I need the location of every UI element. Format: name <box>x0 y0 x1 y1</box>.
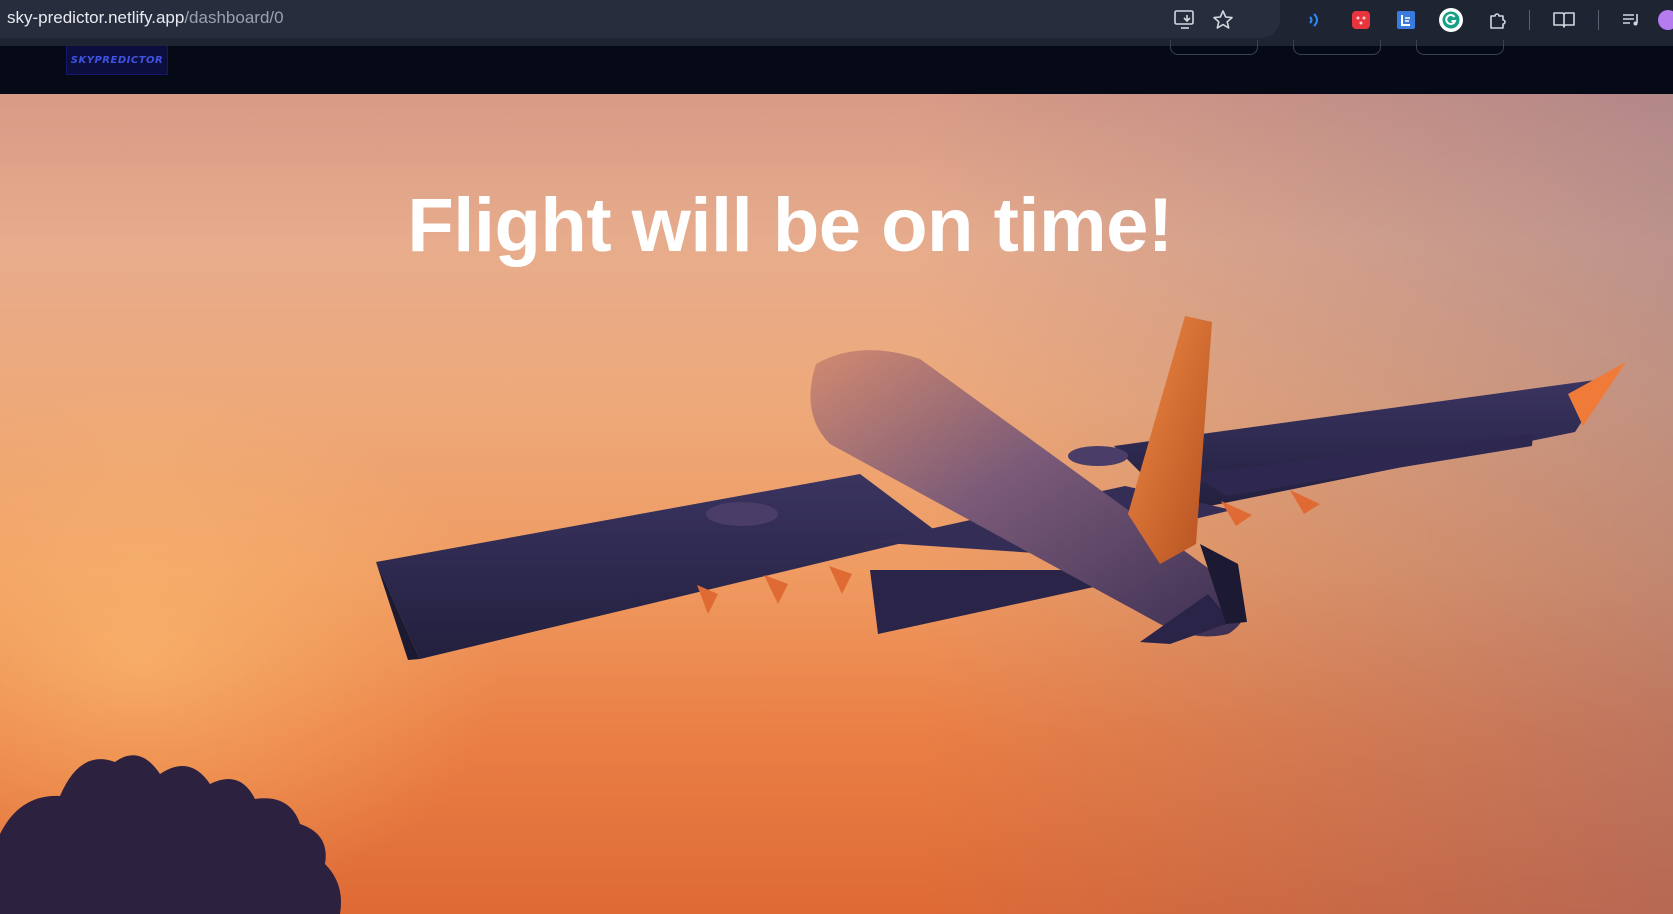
skypredictor-logo[interactable]: SKYPREDICTOR <box>66 46 168 75</box>
logo-text: SKYPREDICTOR <box>70 54 164 66</box>
extension-blue-icon[interactable] <box>1393 7 1419 33</box>
install-app-icon[interactable] <box>1172 7 1198 33</box>
toolbar-divider <box>1529 10 1530 30</box>
url-text[interactable]: sky-predictor.netlify.app/dashboard/0 <box>7 8 284 28</box>
url-path: /dashboard/0 <box>184 8 284 27</box>
nav-button-3[interactable] <box>1416 40 1504 55</box>
read-aloud-icon[interactable] <box>1302 7 1328 33</box>
extensions-puzzle-icon[interactable] <box>1485 7 1511 33</box>
app-navbar: SKYPREDICTOR <box>0 40 1673 94</box>
profile-avatar-icon[interactable] <box>1657 7 1673 33</box>
toolbar-divider <box>1598 10 1599 30</box>
extension-red-icon[interactable] <box>1348 7 1374 33</box>
media-playlist-icon[interactable] <box>1618 7 1644 33</box>
reading-mode-icon[interactable] <box>1551 7 1577 33</box>
prediction-headline: Flight will be on time! <box>407 183 1173 268</box>
hero-section: Flight will be on time! <box>0 94 1673 914</box>
nav-button-2[interactable] <box>1293 40 1381 55</box>
bookmark-star-icon[interactable] <box>1210 7 1236 33</box>
nav-button-1[interactable] <box>1170 40 1258 55</box>
grammarly-icon[interactable] <box>1438 7 1464 33</box>
address-bar[interactable]: sky-predictor.netlify.app/dashboard/0 <box>0 0 1280 38</box>
url-host: sky-predictor.netlify.app <box>7 8 185 27</box>
